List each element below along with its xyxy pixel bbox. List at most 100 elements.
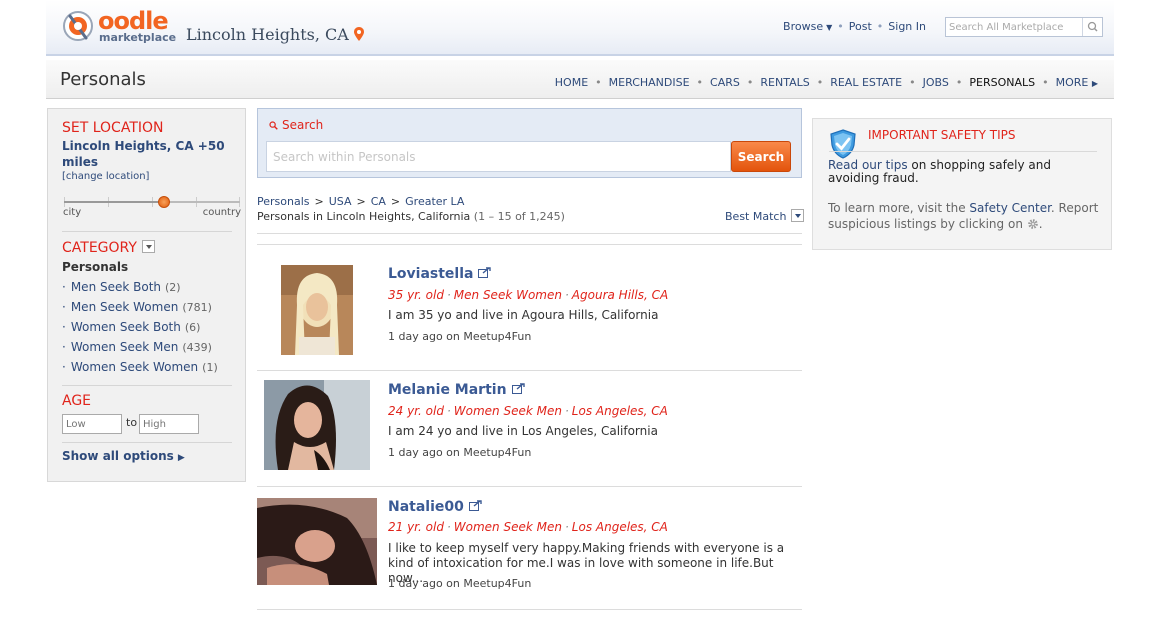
listing-photo[interactable] [264,380,370,470]
search-label-text: Search [282,118,324,132]
listing-item: Natalie00 21 yr. old · Women Seek Men · Los … [257,487,802,609]
external-link-icon [511,383,525,394]
chevron-right-icon: ▶ [177,453,185,463]
nav-jobs[interactable]: JOBS [923,76,949,89]
browse-menu[interactable]: Browse ▼ [783,20,832,33]
subcategory-item[interactable]: · Women Seek Both (6) [62,319,218,339]
divider [257,609,802,610]
nav-cars[interactable]: CARS [710,76,740,89]
subcategory-item[interactable]: · Men Seek Women (781) [62,299,218,319]
map-pin-icon [353,27,364,41]
nav-separator: • [909,76,916,89]
divider [62,385,232,386]
current-location[interactable]: Lincoln Heights, CA [186,25,364,45]
gear-icon [1027,219,1038,229]
divider [62,442,232,443]
listing-title[interactable]: Natalie00 [388,499,482,515]
show-all-options-link[interactable]: Show all options ▶ [62,449,185,463]
search-button[interactable]: Search [731,141,791,172]
bullet: · [62,340,66,354]
nav-real-estate[interactable]: REAL ESTATE [830,76,902,89]
personals-search-input[interactable] [266,141,731,172]
safety-center-link[interactable]: Safety Center [969,201,1051,215]
listing-location[interactable]: Los Angeles, CA [572,520,668,534]
listing-photo[interactable] [281,265,353,355]
subcategory-list: · Men Seek Both (2) · Men Seek Women (781) ·… [62,279,218,379]
listing-category[interactable]: Men Seek Women [454,288,562,302]
breadcrumb: Personals > USA > CA > Greater LA [257,195,464,208]
logo-wordmark: oodle [98,7,169,35]
subcategory-item[interactable]: · Women Seek Women (1) [62,359,218,379]
listing-source: 1 day ago on Meetup4Fun [388,577,532,590]
breadcrumb-item[interactable]: CA [371,195,386,208]
category-nav: HOME • MERCHANDISE • CARS • RENTALS • REAL ESTAT… [555,76,1098,91]
listing-title[interactable]: Melanie Martin [388,382,525,398]
divider [829,151,1097,152]
sort-select[interactable]: Best Match [725,209,805,223]
sort-label: Best Match [725,210,787,223]
set-location-heading: SET LOCATION [62,120,164,136]
subcategory-item[interactable]: · Men Seek Both (2) [62,279,218,299]
photo-image [264,380,370,470]
slider-max-label: country [202,207,241,218]
nav-rentals[interactable]: RENTALS [760,76,809,89]
show-all-label: Show all options [62,449,174,463]
oodle-logo-icon [63,11,93,41]
nav-personals[interactable]: PERSONALS [969,76,1035,89]
slider-min-label: city [63,207,82,218]
breadcrumb-separator: > [390,195,401,208]
location-label: Lincoln Heights, CA [186,25,349,44]
browse-label: Browse [783,20,824,33]
listing-title[interactable]: Loviastella [388,266,492,282]
meta-separator: · [564,404,569,418]
divider [257,244,802,245]
listing-photo[interactable] [257,498,377,585]
category-dropdown-button[interactable] [141,240,155,253]
nav-home[interactable]: HOME [555,76,588,89]
read-tips-link[interactable]: Read our tips [828,158,908,172]
subcategory-item[interactable]: · Women Seek Men (439) [62,339,218,359]
age-min-input[interactable] [62,414,122,434]
sign-in-link[interactable]: Sign In [888,20,926,33]
results-count: (1 – 15 of 1,245) [473,210,565,223]
marketplace-search-button[interactable] [1082,18,1102,36]
listing-age: 35 yr. old [388,288,444,302]
subcategory-label: Men Seek Women [70,300,179,314]
listing-category[interactable]: Women Seek Men [454,520,562,534]
change-location-link[interactable]: [change location] [62,171,149,182]
listing-location[interactable]: Agoura Hills, CA [572,288,668,302]
search-icon [1087,21,1098,32]
breadcrumb-separator: > [356,195,366,208]
listing-category[interactable]: Women Seek Men [454,404,562,418]
age-max-input[interactable] [139,414,199,434]
bullet: · [62,360,66,374]
breadcrumb-item[interactable]: Greater LA [405,195,464,208]
page-title: Personals [60,69,146,90]
current-category: Personals [62,260,129,274]
category-heading-label: CATEGORY [62,240,137,256]
breadcrumb-item[interactable]: USA [329,195,352,208]
nav-merchandise[interactable]: MERCHANDISE [609,76,690,89]
divider [257,233,802,234]
meta-separator: · [446,520,451,534]
post-link[interactable]: Post [849,20,872,33]
photo-image [281,265,353,355]
meta-separator: · [564,288,569,302]
nav-more[interactable]: MORE ▶ [1056,76,1098,89]
breadcrumb-item[interactable]: Personals [257,195,310,208]
listing-location[interactable]: Los Angeles, CA [572,404,668,418]
listing-description: I am 35 yo and live in Agoura Hills, Cal… [388,308,659,322]
nav-separator: • [1042,76,1049,89]
listing-source: 1 day ago on Meetup4Fun [388,446,532,459]
listing-title-text: Melanie Martin [388,382,507,398]
nav-separator: • [595,76,602,89]
chevron-right-icon: ▶ [1091,79,1098,88]
distance-slider-handle[interactable] [158,196,171,208]
nav-separator: • [696,76,704,89]
filter-sidebar: SET LOCATION Lincoln Heights, CA +50 mil… [47,108,246,482]
meta-separator: · [564,520,569,534]
distance-slider[interactable] [64,196,240,208]
marketplace-search-input[interactable] [946,18,1078,36]
marketplace-search [945,17,1103,37]
listing-age: 24 yr. old [388,404,444,418]
